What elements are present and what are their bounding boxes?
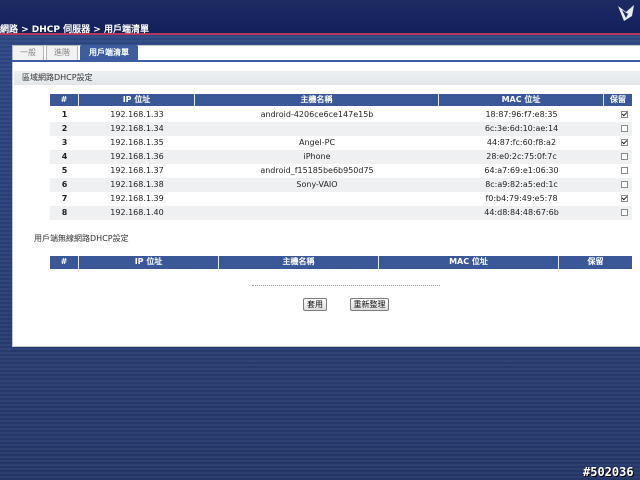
col-host: 主機名稱 [219, 256, 379, 269]
row-ip: 192.168.1.39 [110, 194, 164, 203]
row-num: 4 [61, 152, 68, 161]
row-num: 5 [61, 166, 68, 175]
tab-client-list[interactable]: 用戶端清單 [80, 45, 138, 61]
row-host [195, 192, 439, 206]
reserve-checkbox[interactable] [621, 181, 628, 188]
wireless-dhcp-section-title: 用戶端無線網路DHCP設定 [34, 234, 129, 243]
row-ip: 192.168.1.37 [110, 166, 164, 175]
row-mac: 44:d8:84:48:67:6b [484, 208, 559, 217]
row-num: 2 [61, 124, 68, 133]
col-ip: IP 位址 [79, 256, 219, 269]
col-mac: MAC 位址 [439, 94, 604, 106]
row-ip: 192.168.1.33 [110, 110, 164, 119]
row-ip: 192.168.1.34 [110, 124, 164, 133]
row-host: android_f15185be6b950d75 [260, 166, 374, 175]
reserve-checkbox[interactable] [621, 139, 628, 146]
row-num: 8 [61, 208, 68, 217]
row-mac: 28:e0:2c:75:0f:7c [486, 152, 557, 161]
row-mac: 6c:3e:6d:10:ae:14 [484, 124, 559, 133]
reserve-checkbox[interactable] [621, 167, 628, 174]
col-host: 主機名稱 [195, 94, 439, 106]
table-row: 7 192.168.1.39 f0:b4:79:49:e5:78 [50, 192, 632, 206]
table-row: 3 192.168.1.35 Angel-PC 44:87:fc:60:f8:a… [50, 136, 632, 150]
table-row: 4 192.168.1.36 iPhone 28:e0:2c:75:0f:7c [50, 150, 632, 164]
tab-underline [12, 60, 640, 62]
row-ip: 192.168.1.35 [110, 138, 164, 147]
table-row: 5 192.168.1.37 android_f15185be6b950d75 … [50, 164, 632, 178]
row-num: 7 [61, 194, 68, 203]
divider [252, 285, 440, 286]
row-mac: 8c:a9:82:a5:ed:1c [485, 180, 558, 189]
row-ip: 192.168.1.40 [110, 208, 164, 217]
lan-table-header: # IP 位址 主機名稱 MAC 位址 保留 [50, 94, 632, 106]
table-row: 8 192.168.1.40 44:d8:84:48:67:6b [50, 206, 632, 220]
reserve-checkbox[interactable] [621, 195, 628, 202]
table-row: 1 192.168.1.33 android-4206ce6ce147e15b … [50, 108, 632, 122]
table-row: 6 192.168.1.38 Sony-VAIO 8c:a9:82:a5:ed:… [50, 178, 632, 192]
row-host: Angel-PC [298, 138, 336, 147]
lan-dhcp-section-title: 區域網路DHCP設定 [22, 73, 93, 82]
col-reserve: 保留 [610, 95, 626, 104]
breadcrumb: 網路 > DHCP 伺服器 > 用戶端清單 [0, 25, 149, 35]
watermark-id: #502036 [583, 465, 634, 479]
lan-dhcp-section-header: 區域網路DHCP設定 [14, 71, 640, 85]
brand-logo-icon [618, 5, 634, 21]
row-mac: 18:87:96:f7:e8:35 [485, 110, 558, 119]
row-num: 3 [61, 138, 68, 147]
reserve-checkbox[interactable] [621, 125, 628, 132]
col-reserve: 保留 [587, 257, 604, 266]
row-host: iPhone [303, 152, 331, 161]
col-num: # [50, 256, 79, 269]
col-num: # [50, 94, 79, 106]
row-num: 6 [61, 180, 68, 189]
apply-button[interactable]: 套用 [303, 298, 327, 311]
table-row: 2 192.168.1.34 6c:3e:6d:10:ae:14 [50, 122, 632, 136]
row-host: Sony-VAIO [296, 180, 338, 189]
col-ip: IP 位址 [79, 94, 195, 106]
row-host [195, 206, 439, 220]
reserve-checkbox[interactable] [621, 153, 628, 160]
tab-advanced[interactable]: 進階 [46, 45, 78, 61]
row-mac: f0:b4:79:49:e5:78 [485, 194, 558, 203]
reserve-checkbox[interactable] [621, 111, 628, 118]
row-num: 1 [61, 110, 68, 119]
wireless-dhcp-section-header: 用戶端無線網路DHCP設定 [14, 232, 640, 246]
row-mac: 44:87:fc:60:f8:a2 [486, 138, 557, 147]
wireless-table-header: # IP 位址 主機名稱 MAC 位址 保留 [50, 256, 632, 269]
col-mac: MAC 位址 [379, 256, 559, 269]
row-ip: 192.168.1.36 [110, 152, 164, 161]
row-mac: 64:a7:69:e1:06:30 [484, 166, 559, 175]
reset-button[interactable]: 重新整理 [350, 298, 389, 311]
row-host [195, 122, 439, 136]
row-host: android-4206ce6ce147e15b [260, 110, 374, 119]
row-ip: 192.168.1.38 [110, 180, 164, 189]
reserve-checkbox[interactable] [621, 209, 628, 216]
tab-general[interactable]: 一般 [12, 45, 44, 61]
